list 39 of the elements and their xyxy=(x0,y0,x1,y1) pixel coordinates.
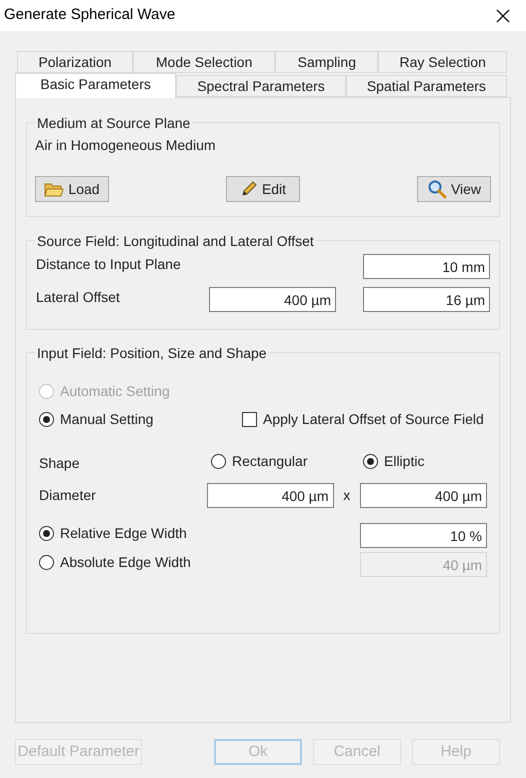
tab[interactable]: Spectral Parameters xyxy=(176,75,346,97)
tab[interactable]: Mode Selection xyxy=(133,51,276,73)
distance-field[interactable]: 10 mm xyxy=(363,254,490,279)
diameter-x-field[interactable]: 400 µm xyxy=(206,483,334,508)
toolbar-button[interactable]: View xyxy=(417,176,491,202)
radio-label: Automatic Setting xyxy=(60,382,170,401)
radio-button[interactable] xyxy=(363,454,378,469)
medium-description: Air in Homogeneous Medium xyxy=(35,136,217,155)
field-label: Lateral Offset xyxy=(36,288,121,307)
tab[interactable]: Polarization xyxy=(17,51,134,73)
radio-button[interactable] xyxy=(211,454,226,469)
checkbox-label: Apply Lateral Offset of Source Field xyxy=(263,410,484,429)
tab[interactable]: Sampling xyxy=(275,51,378,73)
radio-label: Rectangular xyxy=(232,452,308,471)
window-title: Generate Spherical Wave xyxy=(4,5,176,26)
pencil-icon xyxy=(240,180,258,198)
radio-label: Absolute Edge Width xyxy=(60,553,191,572)
tab[interactable]: Spatial Parameters xyxy=(346,75,507,97)
tab[interactable]: Ray Selection xyxy=(378,51,507,73)
radio-button[interactable] xyxy=(39,526,54,541)
offset-y-field[interactable]: 16 µm xyxy=(363,287,490,312)
radio-label: Manual Setting xyxy=(60,410,154,429)
diameter-y-field[interactable]: 400 µm xyxy=(360,483,487,508)
offset-x-field[interactable]: 400 µm xyxy=(209,287,336,312)
tab[interactable]: Basic Parameters xyxy=(15,73,176,98)
field-label: Diameter xyxy=(39,486,97,505)
close-icon[interactable] xyxy=(496,8,510,22)
checkbox[interactable] xyxy=(242,412,257,427)
toolbar-button[interactable]: Load xyxy=(35,176,109,202)
radio-label: Elliptic xyxy=(384,452,424,471)
folder-icon xyxy=(44,181,64,197)
radio-label: Relative Edge Width xyxy=(60,524,187,543)
radio-button[interactable] xyxy=(39,412,54,427)
edge-width-field[interactable]: 10 % xyxy=(360,523,487,548)
magnifier-icon xyxy=(426,179,447,199)
multiply-sign: x xyxy=(342,486,352,505)
toolbar-button[interactable]: Edit xyxy=(226,176,300,202)
field-label: Distance to Input Plane xyxy=(36,255,181,274)
field-label: Shape xyxy=(39,454,80,473)
